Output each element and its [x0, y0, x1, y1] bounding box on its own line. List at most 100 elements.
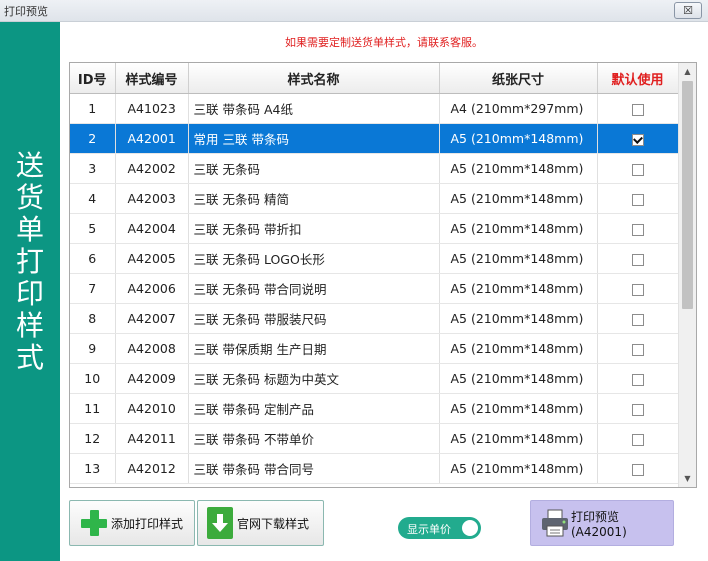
style-grid: ID号 样式编号 样式名称 纸张尺寸 默认使用 1 A41023 三联 带条码 A4…: [70, 63, 679, 484]
table-row[interactable]: 2 A42001 常用 三联 带条码 A5 (210mm*148mm): [70, 123, 679, 154]
table-row[interactable]: 13 A42012 三联 带条码 带合同号 A5 (210mm*148mm): [70, 453, 679, 484]
row-default-cell: [597, 393, 679, 424]
download-style-button[interactable]: 官网下载样式: [197, 500, 324, 546]
vertical-scrollbar[interactable]: ▲ ▼: [678, 63, 696, 487]
table-row[interactable]: 3 A42002 三联 无条码 A5 (210mm*148mm): [70, 153, 679, 184]
row-id: 6: [70, 243, 116, 274]
row-style-name: 三联 带保质期 生产日期: [188, 333, 440, 364]
plus-icon: [81, 510, 107, 536]
default-checkbox[interactable]: [631, 373, 644, 386]
scroll-up-icon[interactable]: ▲: [679, 63, 696, 80]
row-id: 7: [70, 273, 116, 304]
default-checkbox[interactable]: [631, 223, 644, 236]
row-id: 8: [70, 303, 116, 334]
row-default-cell: [597, 243, 679, 274]
row-id: 10: [70, 363, 116, 394]
print-preview-button[interactable]: 打印预览 (A42001): [530, 500, 674, 546]
style-table: ID号 样式编号 样式名称 纸张尺寸 默认使用 1 A41023 三联 带条码 A4…: [69, 62, 697, 488]
row-paper-size: A5 (210mm*148mm): [439, 453, 598, 484]
row-style-name: 三联 无条码 LOGO长形: [188, 243, 440, 274]
column-header-size[interactable]: 纸张尺寸: [439, 63, 598, 94]
side-title-char: 单: [15, 213, 44, 246]
row-id: 9: [70, 333, 116, 364]
column-header-default[interactable]: 默认使用: [597, 63, 679, 94]
row-default-cell: [597, 333, 679, 364]
column-header-id[interactable]: ID号: [70, 63, 116, 94]
side-title-char: 货: [15, 181, 44, 214]
row-paper-size: A5 (210mm*148mm): [439, 273, 598, 304]
row-style-code: A42006: [115, 273, 189, 304]
show-price-toggle[interactable]: 显示单价: [398, 517, 481, 539]
add-print-style-button[interactable]: 添加打印样式: [69, 500, 195, 546]
row-style-name: 三联 无条码 精简: [188, 183, 440, 214]
close-button[interactable]: ☒: [674, 2, 702, 19]
row-paper-size: A5 (210mm*148mm): [439, 393, 598, 424]
row-style-name: 常用 三联 带条码: [188, 123, 440, 154]
row-style-code: A42001: [115, 123, 189, 154]
table-row[interactable]: 10 A42009 三联 无条码 标题为中英文 A5 (210mm*148mm): [70, 363, 679, 394]
row-id: 12: [70, 423, 116, 454]
default-checkbox[interactable]: [631, 463, 644, 476]
row-style-name: 三联 带条码 A4纸: [188, 93, 440, 124]
side-panel: 送 货 单 打 印 样 式: [0, 22, 60, 561]
side-title-char: 印: [15, 277, 44, 310]
row-id: 2: [70, 123, 116, 154]
default-checkbox[interactable]: [631, 283, 644, 296]
table-row[interactable]: 4 A42003 三联 无条码 精简 A5 (210mm*148mm): [70, 183, 679, 214]
row-paper-size: A5 (210mm*148mm): [439, 363, 598, 394]
row-style-code: A42012: [115, 453, 189, 484]
default-checkbox[interactable]: [631, 103, 644, 116]
table-row[interactable]: 1 A41023 三联 带条码 A4纸 A4 (210mm*297mm): [70, 93, 679, 124]
table-row[interactable]: 11 A42010 三联 带条码 定制产品 A5 (210mm*148mm): [70, 393, 679, 424]
row-default-cell: [597, 363, 679, 394]
column-header-name[interactable]: 样式名称: [188, 63, 440, 94]
table-row[interactable]: 9 A42008 三联 带保质期 生产日期 A5 (210mm*148mm): [70, 333, 679, 364]
row-style-name: 三联 无条码 带折扣: [188, 213, 440, 244]
print-preview-window: 打印预览 ☒ 送 货 单 打 印 样 式 如果需要定制送货单样式，请联系客服。 …: [0, 0, 708, 561]
row-style-code: A42005: [115, 243, 189, 274]
default-checkbox[interactable]: [631, 313, 644, 326]
side-title-char: 式: [15, 341, 44, 374]
default-checkbox[interactable]: [631, 253, 644, 266]
row-paper-size: A5 (210mm*148mm): [439, 333, 598, 364]
row-id: 3: [70, 153, 116, 184]
default-checkbox[interactable]: [631, 193, 644, 206]
row-default-cell: [597, 213, 679, 244]
row-default-cell: [597, 93, 679, 124]
row-style-name: 三联 带条码 不带单价: [188, 423, 440, 454]
side-title-char: 打: [15, 245, 44, 278]
row-default-cell: [597, 453, 679, 484]
row-paper-size: A5 (210mm*148mm): [439, 183, 598, 214]
default-checkbox[interactable]: [631, 403, 644, 416]
table-row[interactable]: 7 A42006 三联 无条码 带合同说明 A5 (210mm*148mm): [70, 273, 679, 304]
table-row[interactable]: 12 A42011 三联 带条码 不带单价 A5 (210mm*148mm): [70, 423, 679, 454]
print-preview-label: 打印预览 (A42001): [571, 509, 627, 539]
row-paper-size: A5 (210mm*148mm): [439, 423, 598, 454]
scroll-thumb[interactable]: [682, 81, 693, 309]
table-row[interactable]: 5 A42004 三联 无条码 带折扣 A5 (210mm*148mm): [70, 213, 679, 244]
download-arrow-icon: [207, 507, 233, 539]
show-price-label: 显示单价: [407, 523, 451, 536]
table-row[interactable]: 8 A42007 三联 无条码 带服装尺码 A5 (210mm*148mm): [70, 303, 679, 334]
row-paper-size: A5 (210mm*148mm): [439, 153, 598, 184]
row-style-code: A42002: [115, 153, 189, 184]
row-id: 1: [70, 93, 116, 124]
default-checkbox[interactable]: [631, 163, 644, 176]
row-style-code: A42011: [115, 423, 189, 454]
default-checkbox[interactable]: [631, 133, 644, 146]
printer-icon: [540, 508, 570, 538]
side-title-char: 样: [15, 309, 44, 342]
default-checkbox[interactable]: [631, 433, 644, 446]
row-style-name: 三联 无条码 标题为中英文: [188, 363, 440, 394]
row-style-name: 三联 带条码 定制产品: [188, 393, 440, 424]
column-header-code[interactable]: 样式编号: [115, 63, 189, 94]
row-style-code: A42004: [115, 213, 189, 244]
scroll-down-icon[interactable]: ▼: [679, 470, 696, 487]
row-default-cell: [597, 423, 679, 454]
table-row[interactable]: 6 A42005 三联 无条码 LOGO长形 A5 (210mm*148mm): [70, 243, 679, 274]
row-style-name: 三联 带条码 带合同号: [188, 453, 440, 484]
row-paper-size: A5 (210mm*148mm): [439, 303, 598, 334]
default-checkbox[interactable]: [631, 343, 644, 356]
row-style-code: A42007: [115, 303, 189, 334]
row-style-name: 三联 无条码 带服装尺码: [188, 303, 440, 334]
